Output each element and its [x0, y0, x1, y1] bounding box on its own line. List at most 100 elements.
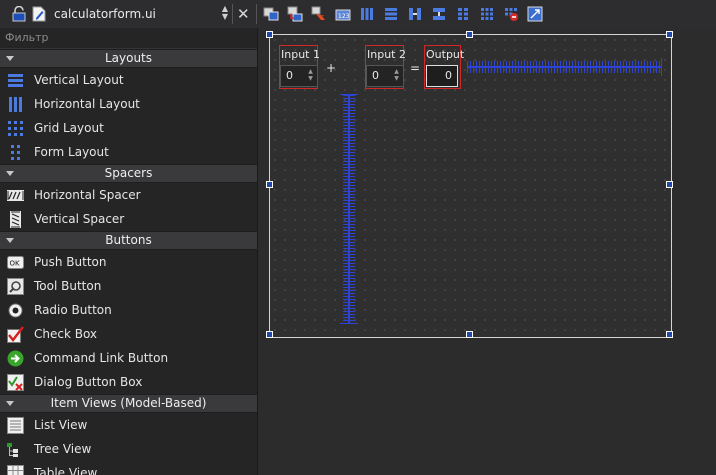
widget-item-form-layout[interactable]: Form Layout: [0, 140, 257, 164]
radio-button-icon: [8, 303, 23, 318]
spin-arrows-icon[interactable]: ▲ ▼: [392, 68, 401, 82]
toolbar-separator: [256, 4, 257, 24]
output-field[interactable]: 0: [426, 65, 458, 87]
svg-text:OK: OK: [10, 260, 21, 268]
layout-vertical-splitter-icon[interactable]: [430, 5, 448, 23]
filter-input[interactable]: Фильтр: [0, 28, 257, 49]
tool-button-icon: [7, 278, 24, 295]
dialog-button-box-icon: [7, 374, 24, 391]
widget-item-check-box[interactable]: Check Box: [0, 322, 257, 346]
widget-item-list-view[interactable]: List View: [0, 413, 257, 437]
widget-item-push-button[interactable]: OK Push Button: [0, 250, 257, 274]
category-layouts[interactable]: Layouts: [0, 49, 257, 68]
vertical-spacer-icon: [10, 211, 21, 228]
widget-item-label: Horizontal Spacer: [34, 188, 141, 202]
check-box-icon: [7, 326, 24, 343]
widget-item-label: Tool Button: [34, 279, 102, 293]
spacer-cap: [340, 323, 358, 324]
widget-item-tree-view[interactable]: Tree View: [0, 437, 257, 461]
widget-item-label: Push Button: [34, 255, 107, 269]
widget-item-label: Form Layout: [34, 145, 109, 159]
widget-item-label: Vertical Spacer: [34, 212, 125, 226]
input1-spinbox[interactable]: 0 ▲ ▼: [280, 65, 318, 87]
resize-handle[interactable]: [666, 181, 673, 188]
horizontal-spacer-icon: [7, 190, 24, 201]
break-layout-icon[interactable]: [502, 5, 520, 23]
lock-icon[interactable]: [10, 5, 28, 23]
adjust-size-icon[interactable]: [526, 5, 544, 23]
svg-text:123: 123: [338, 13, 350, 20]
widget-item-label: Command Link Button: [34, 351, 169, 365]
category-title: Buttons: [105, 233, 152, 247]
widget-item-horizontal-layout[interactable]: Horizontal Layout: [0, 92, 257, 116]
input1-value: 0: [286, 69, 293, 82]
widget-item-label: Grid Layout: [34, 121, 104, 135]
widget-item-label: Dialog Button Box: [34, 375, 143, 389]
widget-item-label: Vertical Layout: [34, 73, 124, 87]
edit-signals-slots-icon[interactable]: [286, 5, 304, 23]
close-icon[interactable]: ✕: [237, 5, 250, 23]
widget-item-label: Horizontal Layout: [34, 97, 140, 111]
layout-grid-icon[interactable]: [478, 5, 496, 23]
output-label[interactable]: Output: [424, 46, 466, 64]
updown-icon[interactable]: ▲ ▼: [220, 5, 230, 21]
widget-box: Фильтр Layouts Vertical Layout Horizonta…: [0, 28, 258, 475]
widget-item-horizontal-spacer[interactable]: Horizontal Spacer: [0, 183, 257, 207]
widget-item-vertical-spacer[interactable]: Vertical Spacer: [0, 207, 257, 231]
spacer-cap: [340, 94, 358, 95]
collapse-arrow-icon[interactable]: [6, 56, 14, 61]
widget-item-tool-button[interactable]: Tool Button: [0, 274, 257, 298]
layout-vertical-icon[interactable]: [382, 5, 400, 23]
widget-item-label: Tree View: [34, 442, 92, 456]
form-editor-canvas: Input 1 0 ▲ ▼ + Input 2 0 ▲ ▼ = Output 0: [258, 28, 716, 475]
category-title: Layouts: [104, 51, 153, 65]
resize-handle[interactable]: [466, 331, 473, 338]
widget-item-grid-layout[interactable]: Grid Layout: [0, 116, 257, 140]
category-spacers[interactable]: Spacers: [0, 164, 257, 183]
edit-file-icon[interactable]: [30, 5, 48, 23]
calculator-form[interactable]: Input 1 0 ▲ ▼ + Input 2 0 ▲ ▼ = Output 0: [266, 31, 673, 338]
widget-item-label: Check Box: [34, 327, 98, 341]
collapse-arrow-icon[interactable]: [6, 401, 14, 406]
resize-handle[interactable]: [666, 31, 673, 38]
category-title: Spacers: [104, 166, 153, 180]
collapse-arrow-icon[interactable]: [6, 171, 14, 176]
toolbar-separator: [232, 4, 233, 24]
input2-value: 0: [372, 69, 379, 82]
widget-item-label: List View: [34, 418, 88, 432]
plus-label: +: [326, 61, 337, 75]
widget-item-radio-button[interactable]: Radio Button: [0, 298, 257, 322]
resize-handle[interactable]: [466, 31, 473, 38]
input2-label[interactable]: Input 2: [365, 46, 408, 64]
push-button-icon: OK: [7, 256, 24, 269]
edit-tab-order-icon[interactable]: 123: [334, 5, 352, 23]
layout-horizontal-icon[interactable]: [358, 5, 376, 23]
widget-item-dialog-button-box[interactable]: Dialog Button Box: [0, 370, 257, 394]
file-name: calculatorform.ui: [54, 7, 156, 21]
layout-form-icon[interactable]: [454, 5, 472, 23]
category-title: Item Views (Model-Based): [50, 396, 207, 410]
resize-handle[interactable]: [266, 331, 273, 338]
spin-arrows-icon[interactable]: ▲ ▼: [306, 68, 315, 82]
widget-item-label: Radio Button: [34, 303, 112, 317]
resize-handle[interactable]: [666, 331, 673, 338]
form-layout-icon: [11, 145, 20, 160]
vertical-layout-icon: [8, 74, 23, 87]
vertical-spacer[interactable]: [340, 94, 358, 324]
category-item-views[interactable]: Item Views (Model-Based): [0, 394, 257, 413]
list-view-icon: [7, 417, 24, 434]
layout-horizontal-splitter-icon[interactable]: [406, 5, 424, 23]
widget-item-vertical-layout[interactable]: Vertical Layout: [0, 68, 257, 92]
input2-spinbox[interactable]: 0 ▲ ▼: [366, 65, 404, 87]
collapse-arrow-icon[interactable]: [6, 238, 14, 243]
widget-item-command-link-button[interactable]: Command Link Button: [0, 346, 257, 370]
edit-widgets-icon[interactable]: [262, 5, 280, 23]
horizontal-spacer[interactable]: [467, 58, 662, 76]
resize-handle[interactable]: [266, 181, 273, 188]
input1-label[interactable]: Input 1: [279, 46, 322, 64]
category-buttons[interactable]: Buttons: [0, 231, 257, 250]
widget-item-table-view[interactable]: Table View: [0, 461, 257, 475]
grid-layout-icon: [8, 121, 23, 136]
resize-handle[interactable]: [266, 31, 273, 38]
edit-buddies-icon[interactable]: [310, 5, 328, 23]
